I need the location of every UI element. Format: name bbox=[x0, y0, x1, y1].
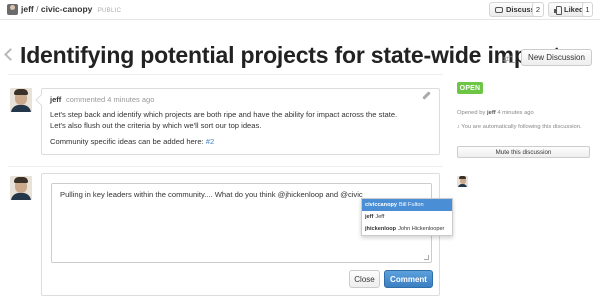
suggestion-name: Jeff bbox=[375, 214, 385, 220]
opened-by-time: 4 minutes ago bbox=[497, 110, 534, 116]
owner-avatar-icon[interactable] bbox=[7, 4, 18, 15]
discuss-count[interactable]: 2 bbox=[532, 2, 544, 17]
suggestion-item[interactable]: jeff Jeff bbox=[362, 211, 452, 223]
page-title: Identifying potential projects for state… bbox=[20, 42, 561, 68]
repo-link[interactable]: civic-canopy bbox=[41, 4, 93, 14]
breadcrumb-separator: / bbox=[36, 4, 39, 14]
comment-line: Community specific ideas can be added he… bbox=[50, 137, 206, 146]
visibility-label: PUBLIC bbox=[97, 8, 122, 14]
speech-bubble-icon bbox=[495, 6, 503, 13]
comment-line: Let's step back and identify which proje… bbox=[50, 110, 398, 119]
mute-discussion-button[interactable]: Mute this discussion bbox=[457, 146, 590, 158]
suggestion-name: John Hickenlooper bbox=[398, 226, 445, 232]
liked-label: Liked bbox=[564, 5, 584, 14]
opened-by-prefix: Opened by bbox=[457, 110, 486, 116]
owner-link[interactable]: jeff bbox=[21, 4, 34, 14]
discussion-number: #1 bbox=[503, 54, 516, 66]
new-discussion-button[interactable]: New Discussion bbox=[521, 49, 592, 66]
comment-button[interactable]: Comment bbox=[384, 270, 433, 288]
comment-body: Let's step back and identify which proje… bbox=[50, 110, 435, 154]
opened-by-info: Opened by jeff 4 minutes ago bbox=[457, 110, 534, 116]
avatar[interactable] bbox=[10, 88, 32, 112]
back-chevron-icon[interactable] bbox=[4, 48, 17, 61]
bell-icon: ♪ bbox=[457, 124, 460, 130]
comment-line: Let's also flush out the criteria by whi… bbox=[50, 120, 262, 130]
comment-author[interactable]: jeff bbox=[50, 95, 61, 104]
comment-header: jeff commented 4 minutes ago bbox=[42, 89, 439, 108]
liked-count[interactable]: 1 bbox=[582, 2, 593, 17]
suggestion-name: Bill Fulton bbox=[399, 202, 424, 208]
discuss-label: Discuss bbox=[506, 5, 535, 14]
comment: jeff commented 4 minutes ago Let's step … bbox=[35, 88, 440, 155]
repo-header: jeff / civic-canopy PUBLIC Discuss 2 Lik… bbox=[0, 0, 600, 20]
issue-link[interactable]: #2 bbox=[206, 137, 214, 146]
follow-note-text: You are automatically following this dis… bbox=[461, 124, 582, 130]
divider bbox=[8, 74, 443, 75]
suggestion-handle: jhickenloop bbox=[365, 226, 397, 232]
thumbs-up-icon bbox=[554, 6, 562, 15]
participant-avatar[interactable] bbox=[457, 176, 468, 187]
repo-breadcrumb: jeff / civic-canopy PUBLIC bbox=[21, 4, 121, 14]
edit-pencil-icon[interactable] bbox=[422, 91, 431, 100]
suggestion-handle: civiccanopy bbox=[365, 202, 398, 208]
current-user-avatar[interactable] bbox=[10, 176, 32, 200]
resize-handle-icon[interactable] bbox=[424, 255, 429, 260]
suggestion-item[interactable]: civiccanopy Bill Fulton bbox=[362, 199, 452, 211]
comment-timestamp: commented 4 minutes ago bbox=[66, 95, 155, 104]
divider bbox=[8, 166, 443, 167]
follow-note: ♪ You are automatically following this d… bbox=[457, 123, 587, 131]
mention-suggestions: civiccanopy Bill Fulton jeff Jeff jhicke… bbox=[361, 198, 453, 236]
close-button[interactable]: Close bbox=[349, 270, 380, 288]
opened-by-user[interactable]: jeff bbox=[487, 110, 496, 116]
suggestion-item[interactable]: jhickenloop John Hickenlooper bbox=[362, 223, 452, 235]
suggestion-handle: jeff bbox=[365, 214, 374, 220]
status-badge: OPEN bbox=[457, 82, 483, 94]
